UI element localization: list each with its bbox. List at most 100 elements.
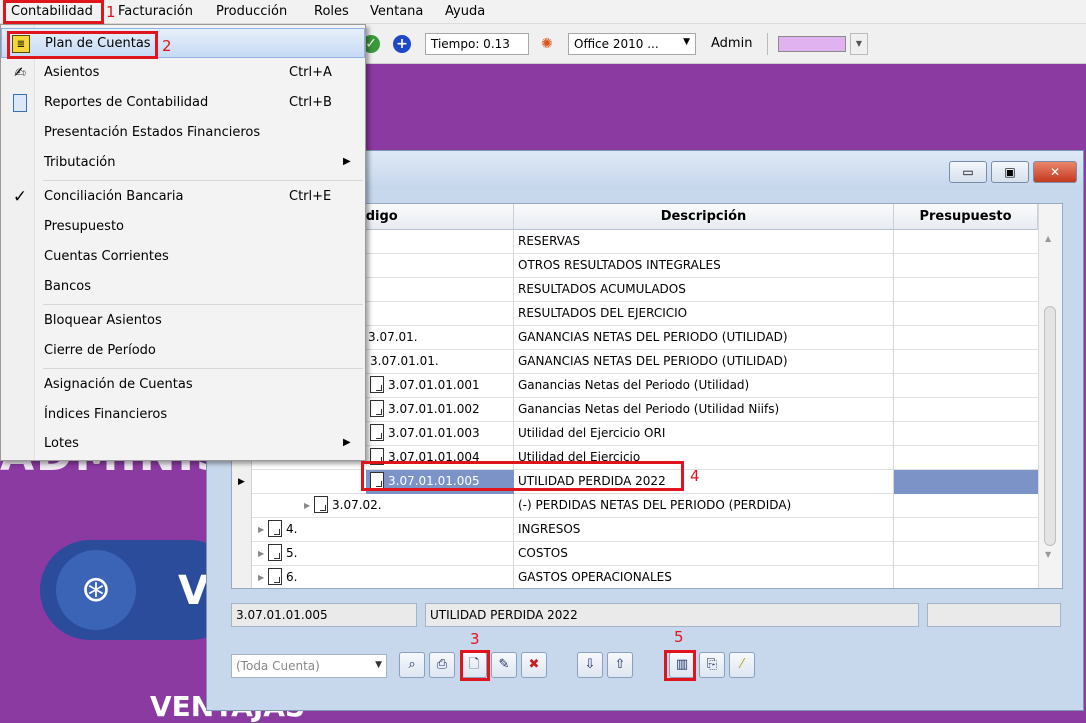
menu-ayuda[interactable]: Ayuda — [445, 4, 485, 19]
menu-item-bancos[interactable]: Bancos — [1, 272, 365, 302]
presupuesto-cell — [894, 278, 1038, 302]
expand-icon[interactable]: ▶ — [258, 518, 268, 541]
move-down-icon[interactable]: ⇩ — [577, 652, 603, 678]
menu-roles[interactable]: Roles — [314, 4, 349, 19]
expand-icon[interactable]: ▶ — [258, 542, 268, 565]
desc-cell: RESULTADOS DEL EJERCICIO — [514, 302, 894, 326]
row-indicator — [232, 518, 252, 542]
presupuesto-cell — [894, 230, 1038, 254]
edit-icon[interactable]: ✎ — [491, 652, 517, 678]
presupuesto-cell — [894, 302, 1038, 326]
header-descripcion[interactable]: Descripción — [514, 204, 894, 230]
table-row[interactable]: ▶ 6. GASTOS OPERACIONALES — [232, 566, 1038, 588]
table-row[interactable]: ▶ 5. COSTOS — [232, 542, 1038, 566]
basketball-icon: ⊛ — [56, 550, 136, 630]
close-button[interactable]: ✕ — [1033, 161, 1077, 183]
table-row[interactable]: ▶ 3.07.02. (-) PERDIDAS NETAS DEL PERIODO… — [232, 494, 1038, 518]
presupuesto-cell — [894, 518, 1038, 542]
minimize-button[interactable]: ▭ — [949, 161, 987, 183]
presupuesto-cell — [894, 494, 1038, 518]
menu-item-tributacion[interactable]: Tributación ▶ — [1, 148, 365, 178]
selected-desc-field: UTILIDAD PERDIDA 2022 — [425, 603, 919, 627]
code-cell: ▶ 5. — [252, 542, 514, 566]
desc-cell: Ganancias Netas del Periodo (Utilidad) — [514, 374, 894, 398]
print-icon[interactable]: ⎙ — [429, 652, 455, 678]
annotation-box-3 — [460, 650, 490, 681]
presupuesto-cell — [894, 566, 1038, 588]
menu-item-lotes[interactable]: Lotes ▶ — [1, 429, 365, 459]
code-text: 3.07.02. — [332, 498, 382, 512]
palette-icon[interactable]: ✺ — [541, 36, 553, 52]
header-presupuesto[interactable]: Presupuesto — [894, 204, 1038, 230]
annotation-box-1 — [3, 0, 104, 24]
annotation-box-5 — [664, 650, 696, 681]
theme-select[interactable]: Office 2010 ... ▼ — [568, 33, 696, 55]
desc-cell: GANANCIAS NETAS DEL PERIODO (UTILIDAD) — [514, 350, 894, 374]
annotation-number-1: 1 — [106, 3, 116, 21]
row-indicator — [232, 566, 252, 588]
desc-cell: RESERVAS — [514, 230, 894, 254]
open-book-icon[interactable]: ⎘ — [699, 652, 725, 678]
expand-icon[interactable]: ▶ — [258, 566, 268, 588]
submenu-arrow-icon: ▶ — [343, 437, 351, 448]
theme-value: Office 2010 ... — [574, 37, 659, 51]
menu-item-conciliacion[interactable]: ✓ Conciliación Bancaria Ctrl+E — [1, 182, 365, 212]
annotation-number-4: 4 — [690, 467, 700, 485]
color-swatch[interactable] — [778, 36, 846, 52]
maximize-button[interactable]: ▣ — [991, 161, 1029, 183]
scroll-down-icon[interactable]: ▼ — [1045, 550, 1051, 559]
scrollbar-thumb[interactable] — [1044, 306, 1056, 546]
document-icon — [370, 376, 384, 393]
desc-cell: Utilidad del Ejercicio ORI — [514, 422, 894, 446]
vertical-scrollbar[interactable]: ▲ ▼ — [1038, 204, 1062, 588]
presupuesto-cell — [894, 326, 1038, 350]
presupuesto-cell — [894, 470, 1038, 494]
menu-item-presupuesto[interactable]: Presupuesto — [1, 212, 365, 242]
menu-ventana[interactable]: Ventana — [370, 4, 423, 19]
menu-item-indices-financieros[interactable]: Índices Financieros — [1, 400, 365, 430]
scroll-up-icon[interactable]: ▲ — [1045, 234, 1051, 243]
menu-item-estados-financieros[interactable]: Presentación Estados Financieros — [1, 118, 365, 148]
plus-circle-icon[interactable]: + — [393, 35, 411, 53]
move-up-icon[interactable]: ⇧ — [607, 652, 633, 678]
search-binoculars-icon[interactable]: ⌕ — [399, 652, 425, 678]
account-filter-combo[interactable]: (Toda Cuenta) ▼ — [231, 654, 387, 678]
checkmark-icon: ✓ — [12, 187, 28, 207]
desc-cell: GASTOS OPERACIONALES — [514, 566, 894, 588]
desc-cell: RESULTADOS ACUMULADOS — [514, 278, 894, 302]
document-icon — [268, 544, 282, 561]
menu-separator — [43, 180, 363, 181]
menu-item-cuentas-corrientes[interactable]: Cuentas Corrientes — [1, 242, 365, 272]
code-cell: ▶ 3.07.02. — [252, 494, 514, 518]
presupuesto-cell — [894, 374, 1038, 398]
journal-icon: ✍ — [14, 65, 26, 81]
code-text: 6. — [286, 570, 298, 584]
menu-item-reportes[interactable]: Reportes de Contabilidad Ctrl+B — [1, 88, 365, 118]
presupuesto-cell — [894, 422, 1038, 446]
presupuesto-cell — [894, 398, 1038, 422]
code-text: 3.07.01.01.001 — [388, 378, 480, 392]
menu-item-bloquear-asientos[interactable]: Bloquear Asientos — [1, 306, 365, 336]
report-icon — [13, 94, 27, 112]
row-indicator — [232, 494, 252, 518]
swatch-dropdown-icon[interactable]: ▼ — [850, 33, 868, 55]
menu-item-asientos[interactable]: ✍ Asientos Ctrl+A — [1, 58, 365, 88]
menu-item-asignacion-cuentas[interactable]: Asignación de Cuentas — [1, 370, 365, 400]
document-icon — [268, 568, 282, 585]
desc-cell: (-) PERDIDAS NETAS DEL PERIODO (PERDIDA) — [514, 494, 894, 518]
code-text: 3.07.01.01. — [370, 354, 439, 368]
annotation-number-2: 2 — [162, 37, 172, 55]
desc-cell: OTROS RESULTADOS INTEGRALES — [514, 254, 894, 278]
annotation-box-4 — [361, 461, 684, 491]
document-icon — [370, 424, 384, 441]
user-label: Admin — [711, 36, 753, 51]
menu-item-cierre-periodo[interactable]: Cierre de Período — [1, 336, 365, 366]
table-row[interactable]: ▶ 4. INGRESOS — [232, 518, 1038, 542]
menu-produccion[interactable]: Producción — [216, 4, 287, 19]
menu-facturacion[interactable]: Facturación — [118, 4, 193, 19]
presupuesto-cell — [894, 446, 1038, 470]
delete-icon[interactable]: ✖ — [521, 652, 547, 678]
annotation-number-3: 3 — [470, 630, 480, 648]
magic-wand-icon[interactable]: ⁄ — [729, 652, 755, 678]
expand-icon[interactable]: ▶ — [304, 494, 314, 517]
